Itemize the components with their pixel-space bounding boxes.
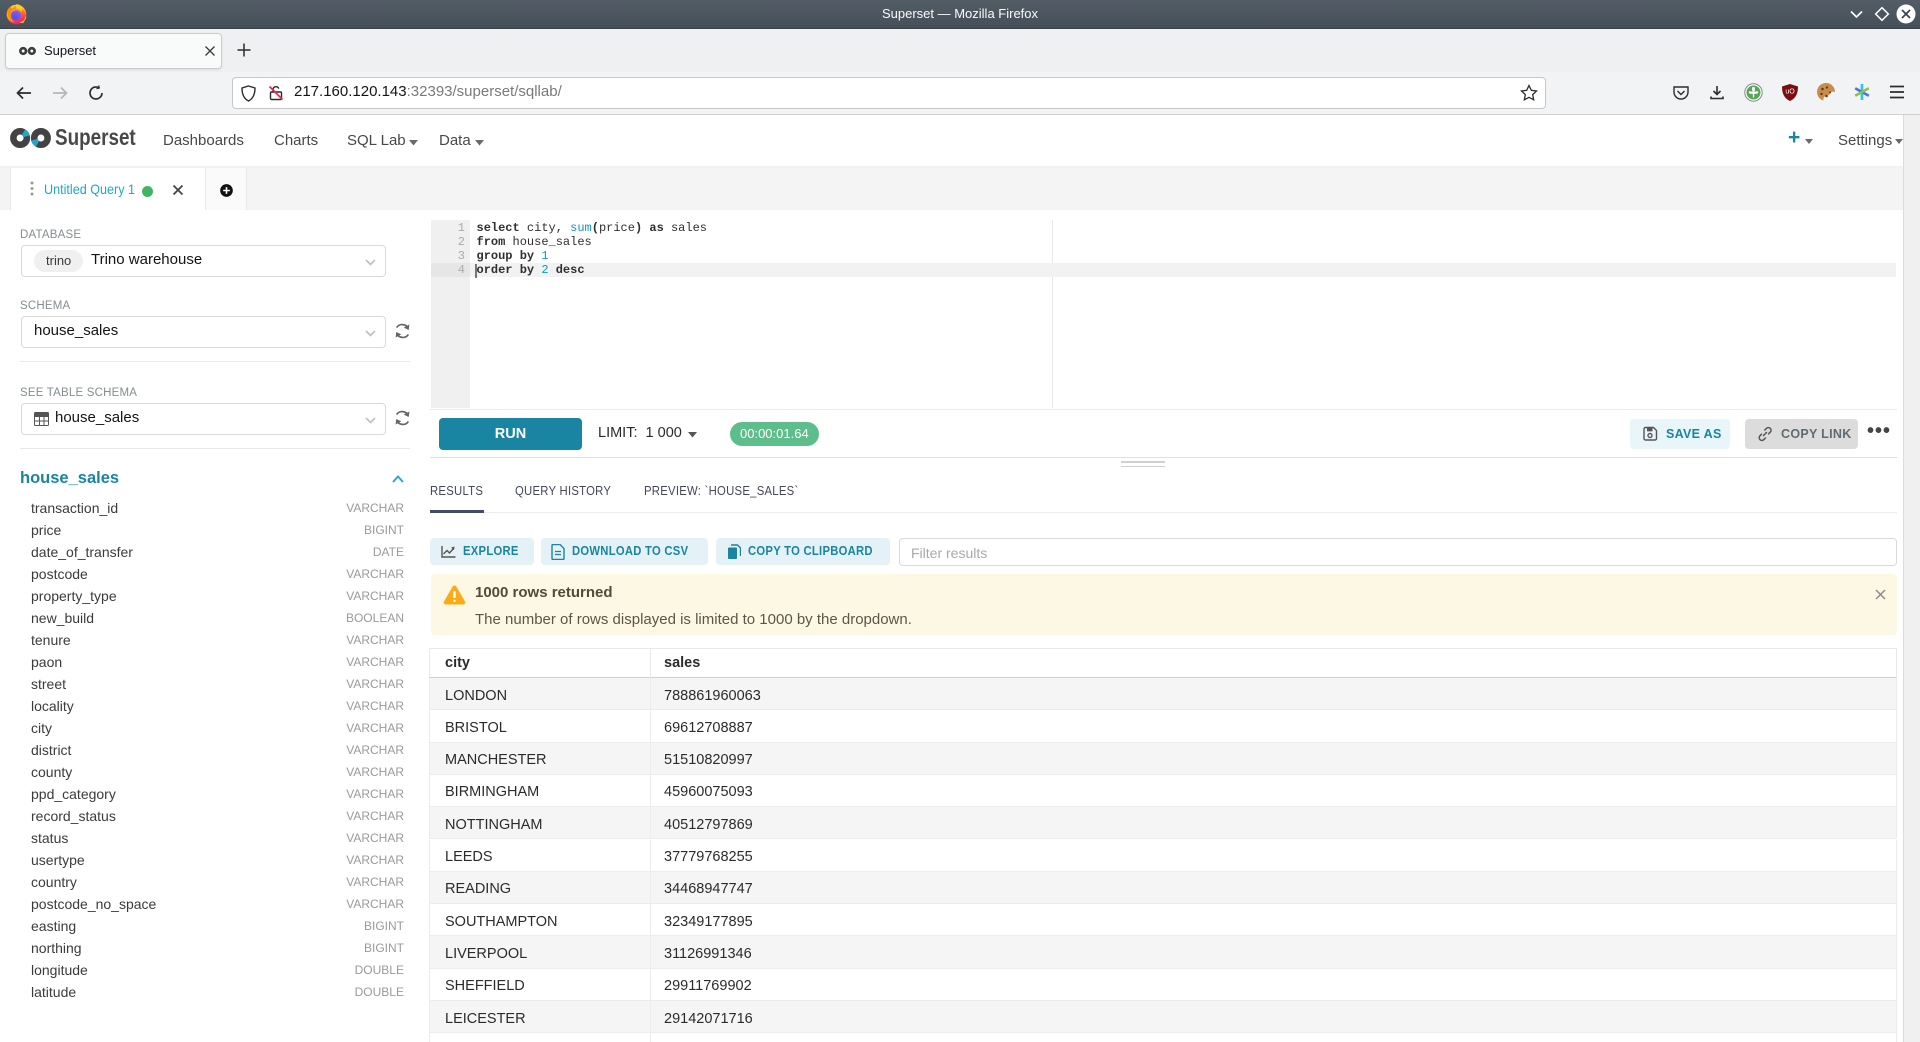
- svg-text:uO: uO: [1785, 89, 1795, 96]
